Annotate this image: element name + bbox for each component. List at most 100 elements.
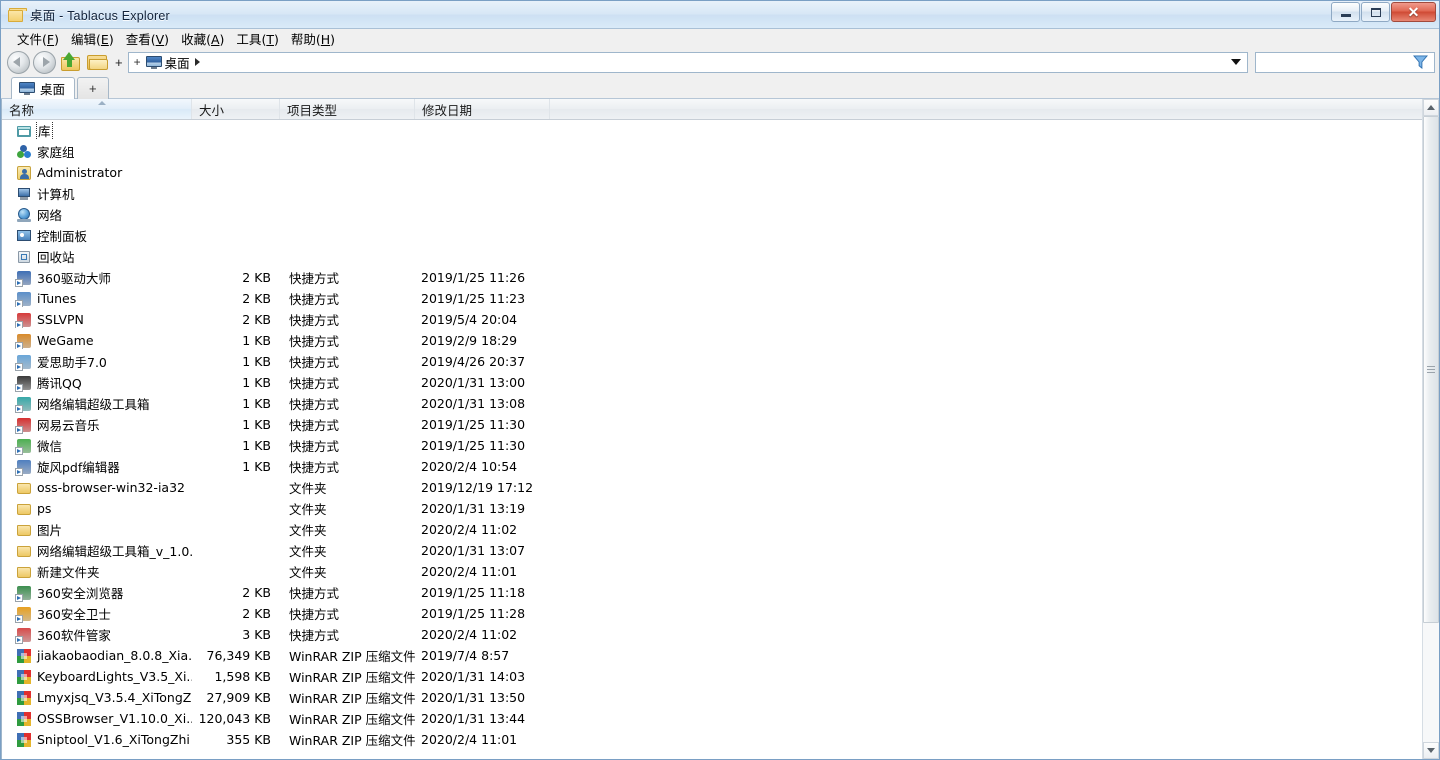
- table-row[interactable]: 网络编辑超级工具箱 1 KB 快捷方式 2020/1/31 13:08: [2, 393, 1422, 414]
- scroll-down-button[interactable]: [1423, 742, 1439, 759]
- back-arrow-icon[interactable]: [7, 50, 30, 74]
- menu-item-file[interactable]: 文件(F): [11, 27, 65, 50]
- table-row[interactable]: Administrator: [2, 162, 1422, 183]
- vertical-scrollbar[interactable]: [1422, 99, 1439, 759]
- add-pane-button[interactable]: +: [113, 55, 125, 70]
- cell-name: 360驱动大师: [2, 268, 192, 287]
- menu-item-help[interactable]: 帮助(H): [285, 27, 341, 50]
- scroll-up-button[interactable]: [1423, 99, 1439, 116]
- file-name: 360软件管家: [37, 628, 111, 643]
- cell-date: 2020/1/31 14:03: [421, 669, 526, 684]
- cell-date: 2019/7/4 8:57: [421, 648, 510, 663]
- table-row[interactable]: 360软件管家 3 KB 快捷方式 2020/2/4 11:02: [2, 624, 1422, 645]
- tab-desktop[interactable]: 桌面: [11, 77, 76, 99]
- menu-item-tools[interactable]: 工具(T): [230, 27, 284, 50]
- shortcut-icon: [15, 606, 32, 623]
- cell-name: 旋风pdf编辑器: [2, 457, 192, 476]
- cell-name: 控制面板: [2, 226, 192, 245]
- table-row[interactable]: WeGame 1 KB 快捷方式 2019/2/9 18:29: [2, 330, 1422, 351]
- table-row[interactable]: 旋风pdf编辑器 1 KB 快捷方式 2020/2/4 10:54: [2, 456, 1422, 477]
- cell-name: Administrator: [2, 165, 192, 181]
- recycle-bin-icon: [16, 249, 32, 265]
- chevron-right-icon[interactable]: [194, 58, 200, 66]
- chevron-down-icon[interactable]: [1231, 59, 1241, 65]
- cell-size: 1 KB: [242, 375, 271, 390]
- table-row[interactable]: 家庭组: [2, 141, 1422, 162]
- cell-name: 网络: [2, 205, 192, 224]
- maximize-icon: [1370, 7, 1381, 17]
- navigation-toolbar: + + 桌面: [1, 48, 1439, 76]
- cell-name: SSLVPN: [2, 312, 192, 328]
- file-name: Administrator: [37, 165, 123, 180]
- forward-arrow-icon[interactable]: [33, 50, 56, 74]
- table-row[interactable]: 360驱动大师 2 KB 快捷方式 2019/1/25 11:26: [2, 267, 1422, 288]
- cell-date: 2019/5/4 20:04: [421, 312, 518, 327]
- menu-item-edit[interactable]: 编辑(E): [65, 27, 120, 50]
- file-name: 360安全卫士: [37, 607, 111, 622]
- search-input[interactable]: [1255, 51, 1435, 73]
- close-button[interactable]: ✕: [1391, 2, 1436, 22]
- file-name: Sniptool_V1.6_XiTongZhi: [37, 732, 190, 747]
- table-row[interactable]: KeyboardLights_V3.5_Xi... 1,598 KB WinRAR …: [2, 666, 1422, 687]
- cell-type: 快捷方式: [289, 439, 340, 454]
- file-list-pane: 名称 大小 项目类型 修改日期 库家庭组 Administrator 计算机 网络控制…: [1, 99, 1439, 759]
- breadcrumb[interactable]: + 桌面: [127, 51, 1248, 73]
- filter-funnel-icon[interactable]: [1413, 55, 1428, 69]
- column-header-type[interactable]: 项目类型: [280, 99, 415, 119]
- table-row[interactable]: 计算机: [2, 183, 1422, 204]
- breadcrumb-item-desktop[interactable]: 桌面: [165, 53, 190, 72]
- cell-size: 2 KB: [242, 312, 271, 327]
- table-row[interactable]: 回收站: [2, 246, 1422, 267]
- cell-type: 快捷方式: [289, 355, 340, 370]
- table-row[interactable]: 360安全浏览器 2 KB 快捷方式 2019/1/25 11:18: [2, 582, 1422, 603]
- table-row[interactable]: 新建文件夹 文件夹 2020/2/4 11:01: [2, 561, 1422, 582]
- table-row[interactable]: iTunes 2 KB 快捷方式 2019/1/25 11:23: [2, 288, 1422, 309]
- file-name: KeyboardLights_V3.5_Xi...: [37, 669, 192, 684]
- menu-item-view[interactable]: 查看(V): [120, 27, 175, 50]
- table-row[interactable]: Lmyxjsq_V3.5.4_XiTongZ... 27,909 KB WinRAR…: [2, 687, 1422, 708]
- cell-name: Lmyxjsq_V3.5.4_XiTongZ...: [2, 690, 192, 706]
- table-row[interactable]: SSLVPN 2 KB 快捷方式 2019/5/4 20:04: [2, 309, 1422, 330]
- table-row[interactable]: 爱思助手7.0 1 KB 快捷方式 2019/4/26 20:37: [2, 351, 1422, 372]
- scrollbar-track[interactable]: [1423, 116, 1439, 742]
- table-row[interactable]: 网络: [2, 204, 1422, 225]
- table-row[interactable]: oss-browser-win32-ia32 文件夹 2019/12/19 17:1…: [2, 477, 1422, 498]
- table-row[interactable]: OSSBrowser_V1.10.0_Xi... 120,043 KB WinRAR…: [2, 708, 1422, 729]
- title-bar[interactable]: 桌面 - Tablacus Explorer ✕: [1, 1, 1439, 28]
- menu-item-favorites[interactable]: 收藏(A): [175, 27, 230, 50]
- table-row[interactable]: 网易云音乐 1 KB 快捷方式 2019/1/25 11:30: [2, 414, 1422, 435]
- maximize-button[interactable]: [1361, 2, 1390, 22]
- shortcut-icon: [15, 585, 32, 602]
- column-header-date[interactable]: 修改日期: [415, 99, 550, 119]
- cell-size: 1 KB: [242, 333, 271, 348]
- new-tab-button[interactable]: +: [77, 77, 109, 99]
- table-row[interactable]: 图片 文件夹 2020/2/4 11:02: [2, 519, 1422, 540]
- table-row[interactable]: 微信 1 KB 快捷方式 2019/1/25 11:30: [2, 435, 1422, 456]
- file-name: 家庭组: [37, 145, 75, 160]
- cell-type: 文件夹: [289, 481, 327, 496]
- minimize-button[interactable]: [1331, 2, 1360, 22]
- table-row[interactable]: 网络编辑超级工具箱_v_1.0... 文件夹 2020/1/31 13:07: [2, 540, 1422, 561]
- table-row[interactable]: Sniptool_V1.6_XiTongZhi 355 KB WinRAR ZIP …: [2, 729, 1422, 750]
- cell-date: 2020/2/4 10:54: [421, 459, 518, 474]
- file-name: 腾讯QQ: [37, 376, 82, 391]
- cell-date: 2019/1/25 11:18: [421, 585, 526, 600]
- column-header-size[interactable]: 大小: [192, 99, 280, 119]
- table-row[interactable]: 腾讯QQ 1 KB 快捷方式 2020/1/31 13:00: [2, 372, 1422, 393]
- network-icon: [16, 207, 32, 223]
- cell-name: 家庭组: [2, 142, 192, 161]
- table-row[interactable]: 控制面板: [2, 225, 1422, 246]
- folder-icon[interactable]: [86, 51, 110, 74]
- up-folder-icon[interactable]: [59, 51, 83, 74]
- scrollbar-thumb[interactable]: [1423, 116, 1439, 624]
- breadcrumb-plus[interactable]: +: [134, 55, 141, 69]
- cell-date: 2019/4/26 20:37: [421, 354, 526, 369]
- cell-type: 快捷方式: [289, 292, 340, 307]
- table-row[interactable]: 360安全卫士 2 KB 快捷方式 2019/1/25 11:28: [2, 603, 1422, 624]
- table-row[interactable]: ps 文件夹 2020/1/31 13:19: [2, 498, 1422, 519]
- table-row[interactable]: jiakaobaodian_8.0.8_Xia... 76,349 KB WinRA…: [2, 645, 1422, 666]
- column-header-name[interactable]: 名称: [2, 99, 192, 119]
- cell-type: WinRAR ZIP 压缩文件: [289, 670, 415, 685]
- cell-name: WeGame: [2, 333, 192, 349]
- table-row[interactable]: 库: [2, 120, 1422, 141]
